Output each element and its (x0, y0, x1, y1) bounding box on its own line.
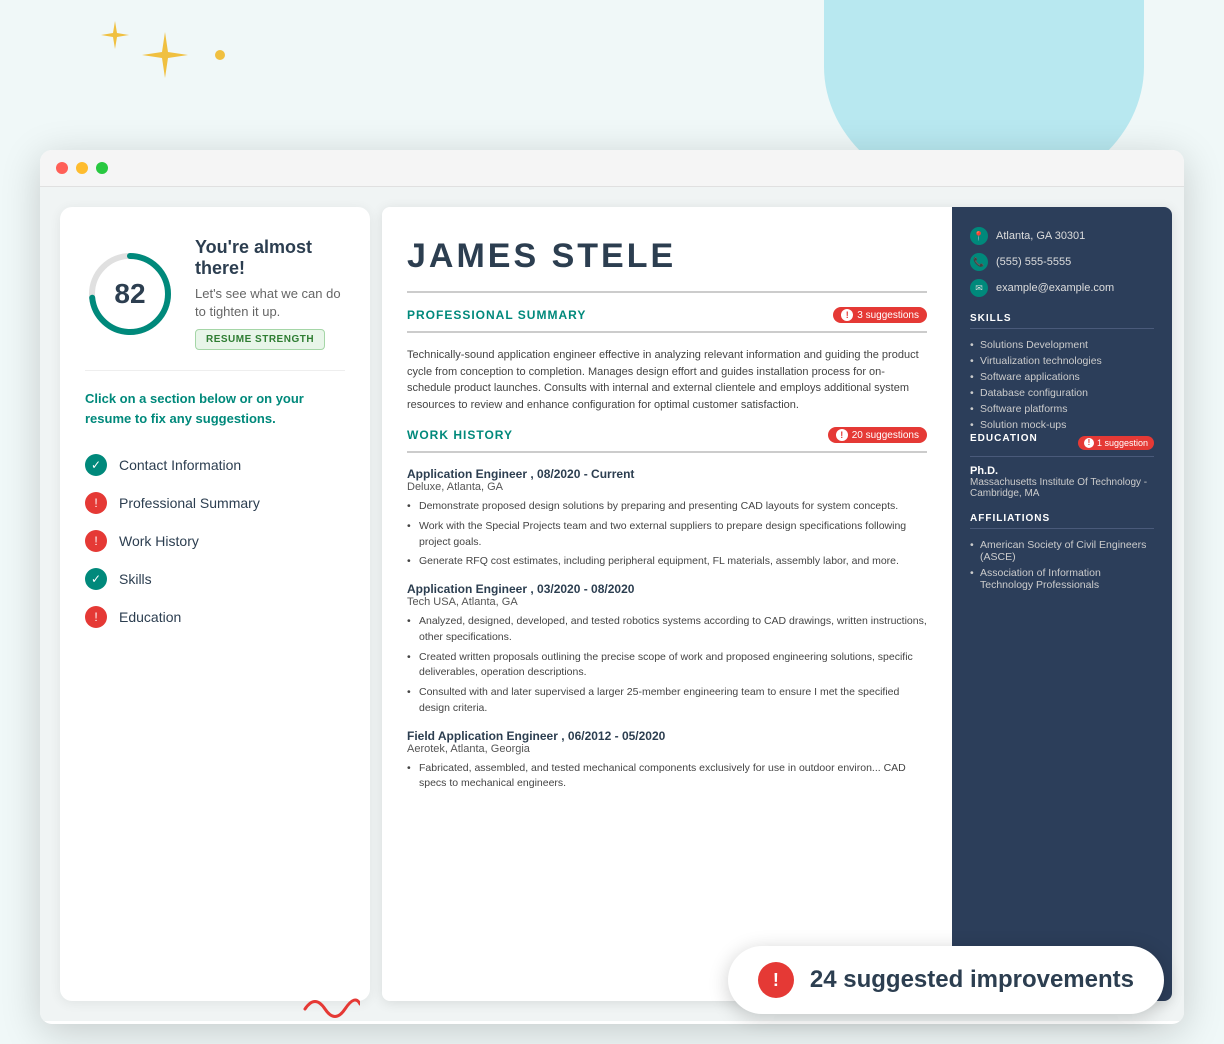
email-icon: ✉ (970, 279, 988, 297)
phone-text: (555) 555-5555 (996, 256, 1071, 268)
affiliation-item: Association of Information Technology Pr… (970, 565, 1154, 593)
improvements-banner[interactable]: ! 24 suggested improvements (728, 946, 1164, 1014)
score-heading: You're almost there! (195, 237, 345, 279)
bullet: Work with the Special Projects team and … (407, 519, 927, 551)
job-2-bullets: Analyzed, designed, developed, and teste… (407, 614, 927, 717)
location-icon: 📍 (970, 227, 988, 245)
job-2: Application Engineer , 03/2020 - 08/2020… (407, 582, 927, 717)
job-1-company: Deluxe, Atlanta, GA (407, 481, 927, 493)
contact-phone: 📞 (555) 555-5555 (970, 253, 1154, 271)
resume-sidebar: 📍 Atlanta, GA 30301 📞 (555) 555-5555 ✉ e… (952, 207, 1172, 1001)
phone-icon: 📞 (970, 253, 988, 271)
skill-item: Software applications (970, 369, 1154, 385)
checklist-label-work: Work History (119, 533, 199, 549)
work-history-badge[interactable]: 20 suggestions (828, 427, 927, 443)
work-history-title: WORK HISTORY (407, 428, 513, 442)
check-warn-icon-3: ! (85, 606, 107, 628)
browser-dot-green (96, 162, 108, 174)
contact-location: 📍 Atlanta, GA 30301 (970, 227, 1154, 245)
checklist-item-skills[interactable]: ✓ Skills (85, 560, 345, 598)
school: Massachusetts Institute Of Technology - … (970, 477, 1154, 499)
checklist-item-work[interactable]: ! Work History (85, 522, 345, 560)
score-section: 82 You're almost there! Let's see what w… (85, 237, 345, 350)
skill-item: Virtualization technologies (970, 353, 1154, 369)
job-2-title: Application Engineer , 03/2020 - 08/2020 (407, 582, 927, 596)
affiliation-item: American Society of Civil Engineers (ASC… (970, 537, 1154, 565)
bullet: Consulted with and later supervised a la… (407, 685, 927, 717)
degree: Ph.D. (970, 465, 1154, 477)
skill-item: Software platforms (970, 401, 1154, 417)
browser-header (40, 150, 1184, 187)
professional-summary-header: PROFESSIONAL SUMMARY 3 suggestions (407, 307, 927, 323)
job-3-title: Field Application Engineer , 06/2012 - 0… (407, 729, 927, 743)
score-text: You're almost there! Let's see what we c… (195, 237, 345, 350)
checklist-label-contact: Contact Information (119, 457, 241, 473)
squiggle-decoration (300, 989, 360, 1024)
checklist-item-education[interactable]: ! Education (85, 598, 345, 636)
skills-title: SKILLS (970, 313, 1154, 329)
skill-item: Database configuration (970, 385, 1154, 401)
skill-item: Solutions Development (970, 337, 1154, 353)
work-history-header: WORK HISTORY 20 suggestions (407, 427, 927, 443)
resume-main: JAMES STELE PROFESSIONAL SUMMARY 3 sugge… (382, 207, 952, 1001)
browser-window: 82 You're almost there! Let's see what w… (40, 150, 1184, 1024)
improvements-icon: ! (758, 962, 794, 998)
check-ok-icon: ✓ (85, 454, 107, 476)
improvements-text: 24 suggested improvements (810, 966, 1134, 994)
job-3-company: Aerotek, Atlanta, Georgia (407, 743, 927, 755)
check-warn-icon-2: ! (85, 530, 107, 552)
sidebar-contact: 📍 Atlanta, GA 30301 📞 (555) 555-5555 ✉ e… (970, 227, 1154, 297)
browser-dot-red (56, 162, 68, 174)
browser-content: 82 You're almost there! Let's see what w… (40, 187, 1184, 1021)
job-3: Field Application Engineer , 06/2012 - 0… (407, 729, 927, 793)
resume-name: JAMES STELE (407, 237, 927, 276)
work-divider (407, 451, 927, 453)
check-ok-icon-2: ✓ (85, 568, 107, 590)
professional-summary-badge[interactable]: 3 suggestions (833, 307, 927, 323)
score-panel: 82 You're almost there! Let's see what w… (60, 207, 370, 1001)
score-circle: 82 (85, 249, 175, 339)
affiliations-title: AFFILIATIONS (970, 513, 1154, 529)
bullet: Fabricated, assembled, and tested mechan… (407, 761, 927, 793)
bullet: Demonstrate proposed design solutions by… (407, 499, 927, 515)
education-title: EDUCATION (970, 433, 1038, 444)
skills-list: Solutions Development Virtualization tec… (970, 337, 1154, 433)
bullet: Generate RFQ cost estimates, including p… (407, 554, 927, 570)
checklist: ✓ Contact Information ! Professional Sum… (85, 446, 345, 636)
resume-preview: JAMES STELE PROFESSIONAL SUMMARY 3 sugge… (382, 207, 1172, 1001)
check-warn-icon: ! (85, 492, 107, 514)
checklist-label-education: Education (119, 609, 181, 625)
score-divider (85, 370, 345, 371)
resume-strength-badge: RESUME STRENGTH (195, 329, 325, 350)
job-3-bullets: Fabricated, assembled, and tested mechan… (407, 761, 927, 793)
checklist-label-summary: Professional Summary (119, 495, 260, 511)
bullet: Created written proposals outlining the … (407, 650, 927, 682)
contact-email: ✉ example@example.com (970, 279, 1154, 297)
professional-summary-title: PROFESSIONAL SUMMARY (407, 308, 586, 322)
education-header: EDUCATION 1 suggestion (970, 433, 1154, 452)
click-instruction: Click on a section below or on your resu… (85, 389, 345, 428)
job-1-title: Application Engineer , 08/2020 - Current (407, 467, 927, 481)
education-badge[interactable]: 1 suggestion (1078, 436, 1154, 450)
skill-item: Solution mock-ups (970, 417, 1154, 433)
location-text: Atlanta, GA 30301 (996, 230, 1085, 242)
job-2-company: Tech USA, Atlanta, GA (407, 596, 927, 608)
checklist-item-summary[interactable]: ! Professional Summary (85, 484, 345, 522)
summary-divider (407, 331, 927, 333)
browser-dot-yellow (76, 162, 88, 174)
resume-name-divider (407, 291, 927, 293)
bullet: Analyzed, designed, developed, and teste… (407, 614, 927, 646)
checklist-label-skills: Skills (119, 571, 152, 587)
score-subtext: Let's see what we can do to tighten it u… (195, 285, 345, 321)
checklist-item-contact[interactable]: ✓ Contact Information (85, 446, 345, 484)
affiliations-list: American Society of Civil Engineers (ASC… (970, 537, 1154, 593)
email-text: example@example.com (996, 282, 1114, 294)
professional-summary-text: Technically-sound application engineer e… (407, 347, 927, 413)
score-number: 82 (114, 278, 145, 310)
job-1-bullets: Demonstrate proposed design solutions by… (407, 499, 927, 570)
job-1: Application Engineer , 08/2020 - Current… (407, 467, 927, 570)
